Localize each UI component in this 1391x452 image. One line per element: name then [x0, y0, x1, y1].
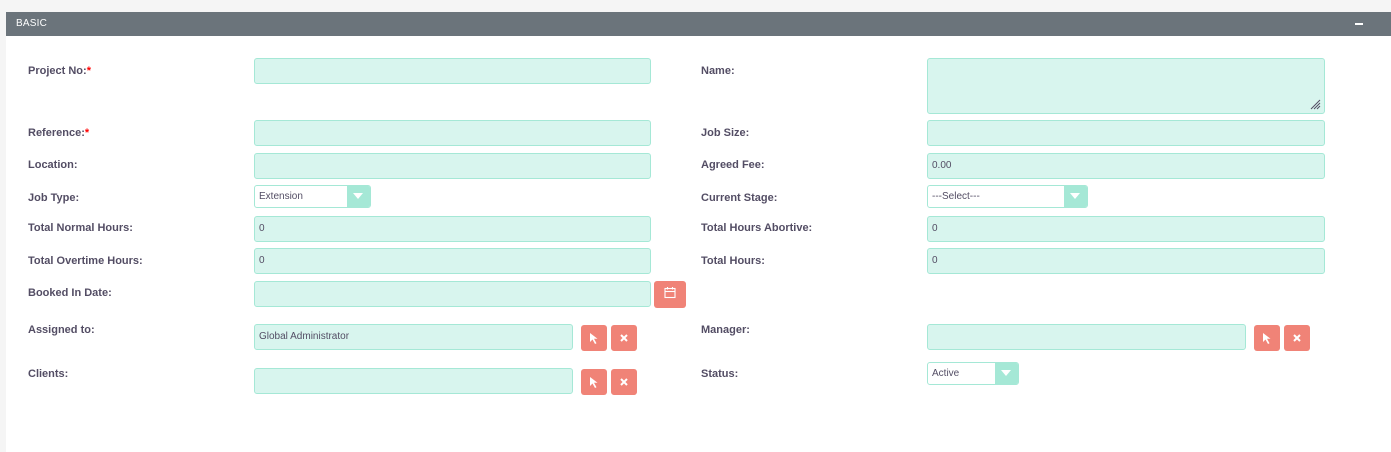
status-select[interactable]: Active — [927, 362, 1019, 385]
name-label: Name: — [701, 65, 735, 77]
current-stage-select[interactable]: ---Select--- — [927, 185, 1088, 208]
close-icon — [1293, 334, 1301, 342]
project-no-label: Project No:* — [28, 65, 91, 77]
chevron-down-icon[interactable] — [995, 363, 1018, 384]
chevron-down-icon[interactable] — [1064, 186, 1087, 207]
name-textarea[interactable] — [927, 58, 1325, 114]
panel-header[interactable]: BASIC — [6, 12, 1391, 36]
required-marker: * — [86, 65, 91, 77]
assigned-to-label: Assigned to: — [28, 324, 95, 336]
reference-input[interactable] — [254, 120, 651, 146]
resize-handle-icon[interactable] — [1309, 98, 1321, 110]
job-type-selected: Extension — [259, 191, 303, 202]
total-hours-abortive-label: Total Hours Abortive: — [701, 222, 813, 234]
calendar-button[interactable] — [654, 281, 686, 308]
total-hours-input[interactable]: 0 — [927, 248, 1325, 274]
reference-label: Reference:* — [28, 127, 90, 139]
agreed-fee-input[interactable]: 0.00 — [927, 153, 1325, 179]
assigned-to-clear-button[interactable] — [611, 325, 637, 351]
manager-clear-button[interactable] — [1284, 325, 1310, 351]
manager-input[interactable] — [927, 324, 1246, 350]
close-icon — [620, 378, 628, 386]
job-size-label: Job Size: — [701, 127, 750, 139]
manager-label: Manager: — [701, 324, 750, 336]
required-marker: * — [84, 127, 90, 139]
job-type-label: Job Type: — [28, 192, 80, 204]
job-type-select[interactable]: Extension — [254, 185, 371, 208]
status-selected: Active — [932, 368, 960, 379]
agreed-fee-label: Agreed Fee: — [701, 159, 765, 171]
booked-in-date-label: Booked In Date: — [28, 287, 112, 299]
clients-input[interactable] — [254, 368, 573, 394]
current-stage-label: Current Stage: — [701, 192, 778, 204]
total-normal-hours-input[interactable]: 0 — [254, 216, 651, 242]
assigned-to-select-button[interactable] — [581, 325, 607, 351]
total-hours-label: Total Hours: — [701, 255, 765, 267]
total-overtime-hours-input[interactable]: 0 — [254, 248, 651, 274]
location-label: Location: — [28, 159, 78, 171]
total-hours-abortive-input[interactable]: 0 — [927, 216, 1325, 242]
total-normal-hours-label: Total Normal Hours: — [28, 222, 133, 234]
manager-select-button[interactable] — [1254, 325, 1280, 351]
project-no-input[interactable] — [254, 58, 651, 84]
cursor-arrow-icon — [1263, 333, 1271, 344]
clients-label: Clients: — [28, 368, 69, 380]
clients-clear-button[interactable] — [611, 369, 637, 395]
cursor-arrow-icon — [590, 377, 598, 388]
total-overtime-hours-label: Total Overtime Hours: — [28, 255, 143, 267]
clients-select-button[interactable] — [581, 369, 607, 395]
location-input[interactable] — [254, 153, 651, 179]
panel-title: BASIC — [16, 18, 48, 29]
close-icon — [620, 334, 628, 342]
booked-in-date-input[interactable] — [254, 281, 651, 307]
job-size-input[interactable] — [927, 120, 1325, 146]
calendar-icon — [664, 287, 676, 299]
current-stage-selected: ---Select--- — [932, 191, 980, 202]
chevron-down-icon[interactable] — [347, 186, 370, 207]
cursor-arrow-icon — [590, 333, 598, 344]
minus-icon[interactable] — [1355, 23, 1363, 25]
status-label: Status: — [701, 368, 739, 380]
assigned-to-input[interactable]: Global Administrator — [254, 324, 573, 350]
